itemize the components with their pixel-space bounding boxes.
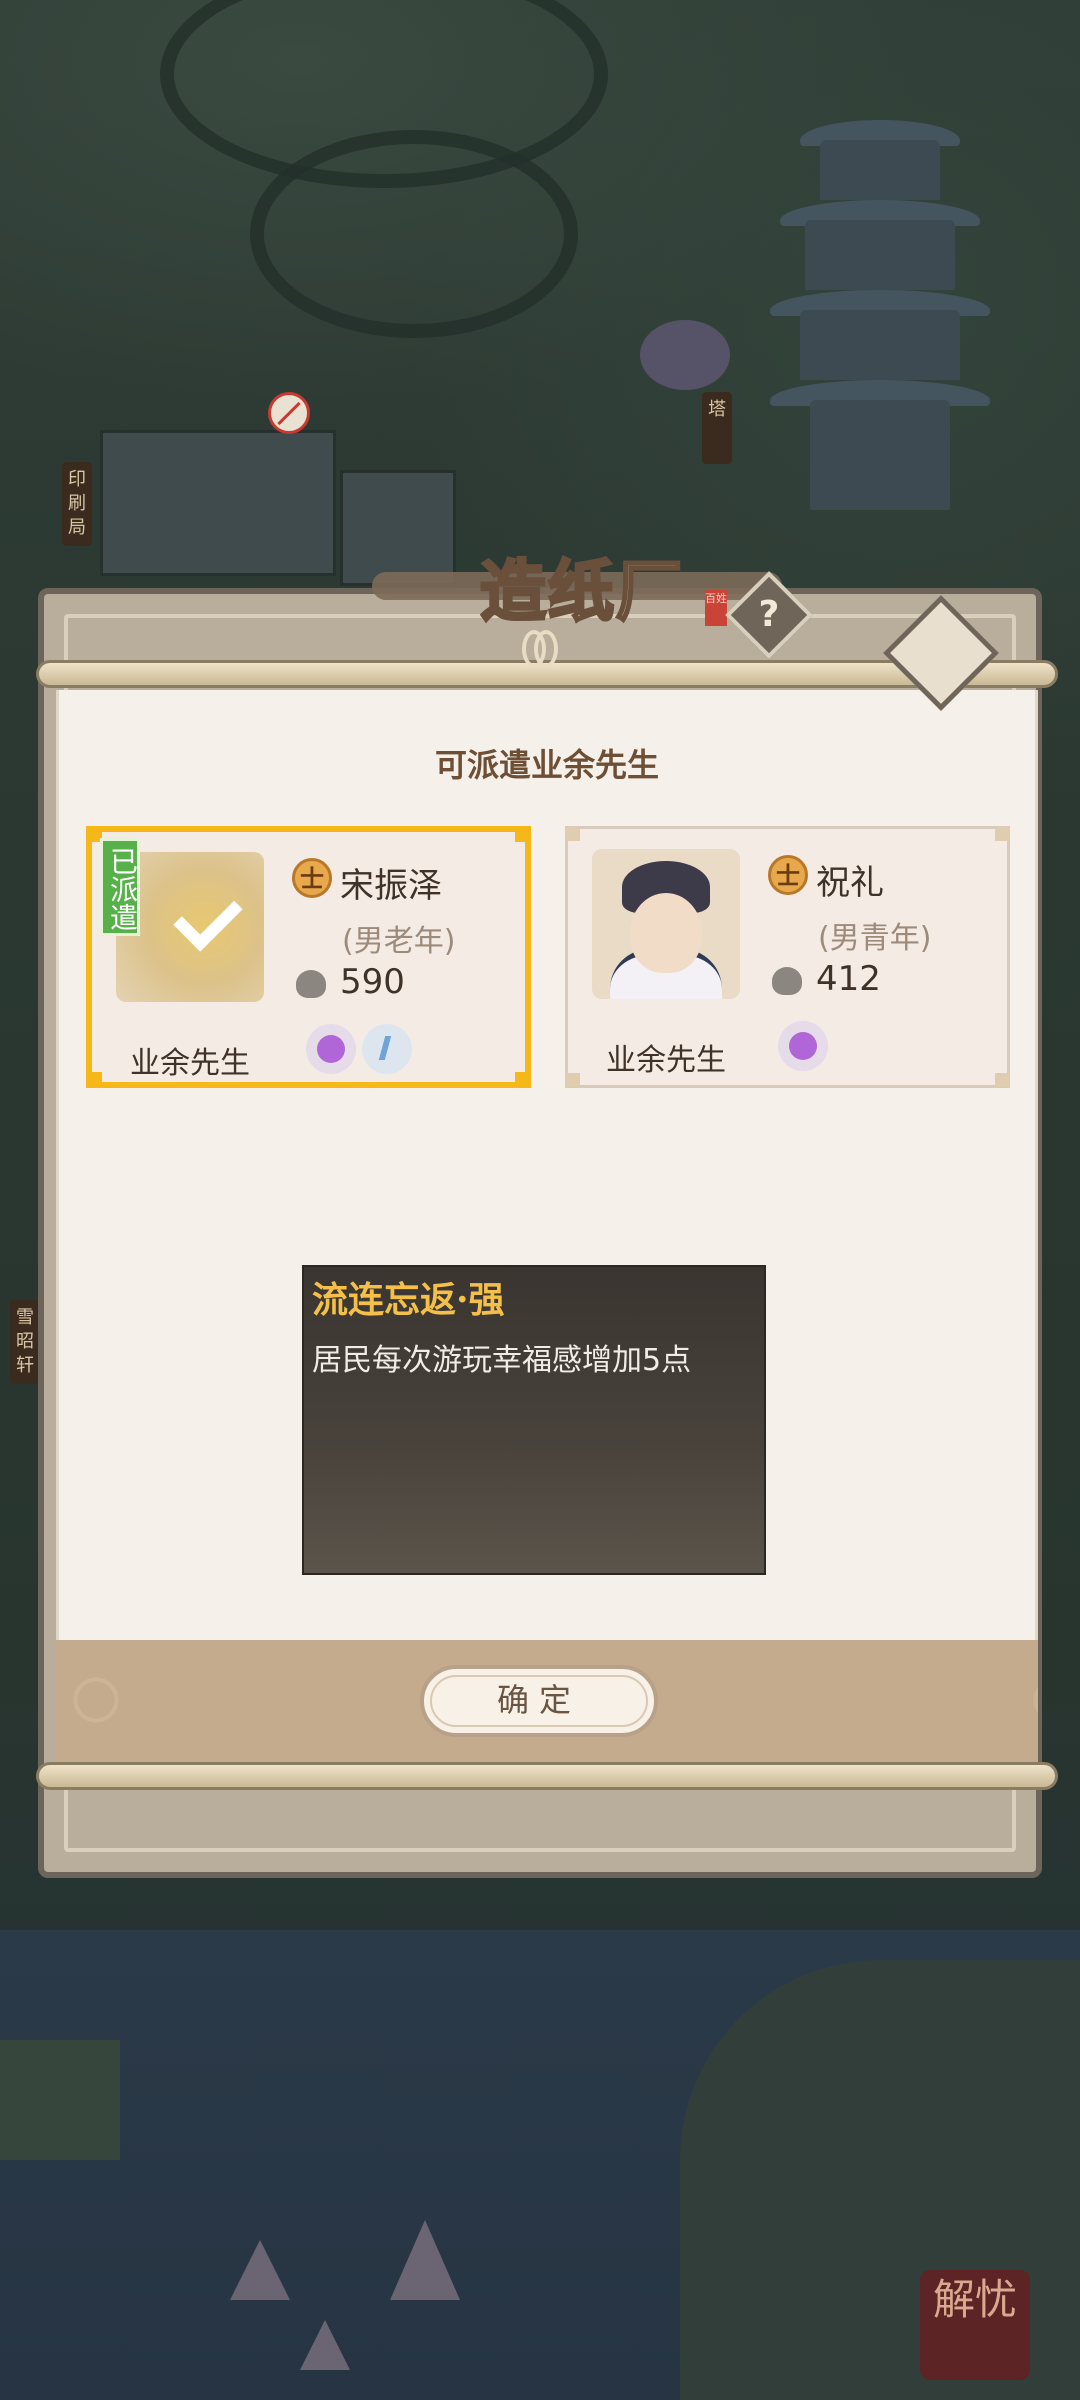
worker-card[interactable]: 已派遣 士 宋振泽 (男老年) 590 业余先生 bbox=[86, 826, 531, 1088]
worker-name: 祝礼 bbox=[816, 863, 884, 903]
scroll-bottom-rod bbox=[36, 1762, 1058, 1790]
power-icon bbox=[768, 963, 808, 999]
worker-portrait bbox=[592, 849, 740, 999]
jieyou-seal-button[interactable]: 解忧 bbox=[920, 2270, 1030, 2380]
purple-skill-icon[interactable] bbox=[778, 1021, 828, 1071]
question-icon: ? bbox=[758, 594, 780, 635]
power-icon bbox=[292, 966, 332, 1002]
confirm-button[interactable]: 确定 bbox=[420, 1665, 658, 1737]
worker-power: 590 bbox=[340, 962, 405, 1002]
worker-card[interactable]: 士 祝礼 (男青年) 412 业余先生 bbox=[565, 826, 1010, 1088]
confirm-label: 确定 bbox=[496, 1681, 581, 1719]
disabled-icon bbox=[268, 392, 310, 434]
sign-xuezhao[interactable]: 雪昭轩 bbox=[10, 1300, 40, 1384]
sign-tower[interactable]: 塔 bbox=[702, 392, 732, 464]
blue-skill-icon[interactable] bbox=[362, 1024, 412, 1074]
check-icon bbox=[173, 882, 243, 952]
purple-skill-icon[interactable] bbox=[306, 1024, 356, 1074]
worker-age: (男老年) bbox=[342, 924, 456, 959]
worker-age: (男青年) bbox=[818, 921, 932, 956]
knot-decoration bbox=[522, 630, 558, 682]
skill-description: 居民每次游玩幸福感增加5点 bbox=[312, 1343, 692, 1378]
cloud-decoration bbox=[250, 130, 578, 338]
sign-printing-office[interactable]: 印刷局 bbox=[62, 462, 92, 546]
printing-building[interactable] bbox=[100, 430, 336, 576]
river-bank bbox=[0, 2040, 120, 2160]
worker-power: 412 bbox=[816, 959, 881, 999]
panel-heading: 可派遣业余先生 bbox=[434, 746, 659, 784]
skill-description-box: 流连忘返·强 居民每次游玩幸福感增加5点 bbox=[302, 1265, 766, 1575]
title-seal: 百姓 bbox=[705, 590, 727, 626]
worker-name: 宋振泽 bbox=[340, 866, 442, 906]
blossom-tree bbox=[640, 320, 730, 390]
skill-title: 流连忘返·强 bbox=[312, 1279, 505, 1321]
rank-badge: 士 bbox=[768, 855, 808, 895]
dispatched-tag: 已派遣 bbox=[100, 838, 140, 936]
rank-badge: 士 bbox=[292, 858, 332, 898]
worker-role: 业余先生 bbox=[130, 1046, 250, 1081]
worker-role: 业余先生 bbox=[606, 1043, 726, 1078]
pagoda-building[interactable] bbox=[770, 70, 990, 540]
dialog-title: 造纸厂 bbox=[479, 551, 684, 632]
